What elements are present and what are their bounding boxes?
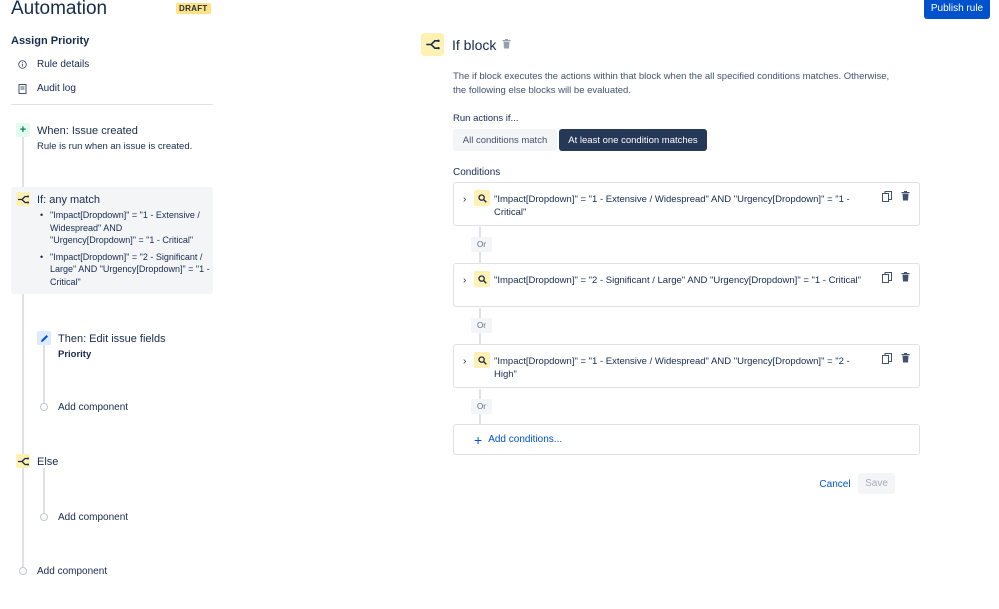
trash-icon[interactable]	[901, 272, 910, 285]
cancel-button[interactable]: Cancel	[815, 474, 855, 494]
condition-row[interactable]: › "Impact[Dropdown]" = "1 - Extensive / …	[453, 344, 920, 388]
flow-line-then	[43, 345, 45, 407]
copy-icon[interactable]	[882, 191, 892, 205]
condition-text: "Impact[Dropdown]" = "1 - Extensive / Wi…	[494, 356, 850, 380]
nav-audit-log[interactable]: Audit log	[18, 83, 76, 94]
add-component-link[interactable]: Add component	[58, 512, 128, 523]
save-button[interactable]: Save	[858, 473, 895, 494]
condition-text: "Impact[Dropdown]" = "1 - Extensive / Wi…	[494, 194, 850, 218]
or-badge: Or	[471, 318, 492, 333]
add-conditions-button[interactable]: + Add conditions...	[453, 424, 920, 455]
trigger-subtitle: Rule is run when an issue is created.	[37, 141, 193, 152]
trash-icon[interactable]	[901, 191, 910, 204]
search-icon	[474, 190, 490, 206]
add-component-link[interactable]: Add component	[58, 402, 128, 413]
trash-icon[interactable]	[901, 353, 910, 366]
or-badge: Or	[471, 399, 492, 414]
if-block-icon	[421, 33, 444, 56]
flow-line-else	[43, 468, 45, 516]
document-icon	[18, 84, 27, 94]
any-condition-option[interactable]: At least one condition matches	[559, 129, 707, 151]
else-title[interactable]: Else	[37, 456, 58, 468]
branch-icon	[16, 192, 30, 206]
if-condition-item: "Impact[Dropdown]" = "2 - Significant / …	[38, 251, 210, 289]
if-block-conditions: "Impact[Dropdown]" = "1 - Extensive / Wi…	[38, 209, 210, 292]
add-component-dot	[19, 567, 27, 575]
nav-rule-details-label: Rule details	[37, 59, 90, 70]
or-badge: Or	[471, 237, 492, 252]
add-component-link[interactable]: Add component	[37, 566, 107, 577]
search-icon	[474, 352, 490, 368]
add-component-dot	[40, 513, 48, 521]
nav-rule-details[interactable]: Rule details	[18, 59, 89, 70]
delete-block-icon[interactable]	[502, 39, 511, 52]
publish-rule-button[interactable]: Publish rule	[924, 0, 990, 19]
add-component-dot	[40, 403, 48, 411]
run-actions-label: Run actions if...	[453, 113, 519, 124]
condition-row[interactable]: › "Impact[Dropdown]" = "1 - Extensive / …	[453, 182, 920, 226]
action-title[interactable]: Then: Edit issue fields	[58, 333, 166, 345]
panel-description: The if block executes the actions within…	[453, 71, 890, 96]
chevron-right-icon[interactable]: ›	[463, 194, 466, 205]
condition-text: "Impact[Dropdown]" = "2 - Significant / …	[494, 275, 862, 286]
draft-badge: DRAFT	[176, 3, 211, 14]
all-conditions-option[interactable]: All conditions match	[453, 129, 557, 151]
pencil-icon	[37, 331, 51, 345]
copy-icon[interactable]	[882, 353, 892, 367]
panel-title: If block	[452, 37, 497, 53]
condition-row[interactable]: › "Impact[Dropdown]" = "2 - Significant …	[453, 263, 920, 307]
page-title: Automation	[11, 0, 108, 19]
if-block-title: If: any match	[37, 194, 100, 206]
action-subtitle: Priority	[58, 349, 92, 360]
sidebar-divider	[11, 104, 213, 105]
trigger-plus-icon: +	[16, 123, 30, 137]
chevron-right-icon[interactable]: ›	[463, 356, 466, 367]
chevron-right-icon[interactable]: ›	[463, 275, 466, 286]
copy-icon[interactable]	[882, 272, 892, 286]
plus-icon: +	[474, 431, 483, 448]
run-mode-toggle: All conditions match At least one condit…	[453, 129, 707, 151]
search-icon	[474, 271, 490, 287]
if-condition-item: "Impact[Dropdown]" = "1 - Extensive / Wi…	[38, 209, 210, 247]
nav-audit-log-label: Audit log	[37, 83, 76, 94]
conditions-label: Conditions	[453, 167, 501, 178]
trigger-title[interactable]: When: Issue created	[37, 125, 138, 137]
add-conditions-label: Add conditions...	[488, 434, 563, 445]
rule-name: Assign Priority	[11, 35, 90, 47]
info-icon	[18, 60, 27, 69]
branch-icon	[16, 454, 30, 468]
